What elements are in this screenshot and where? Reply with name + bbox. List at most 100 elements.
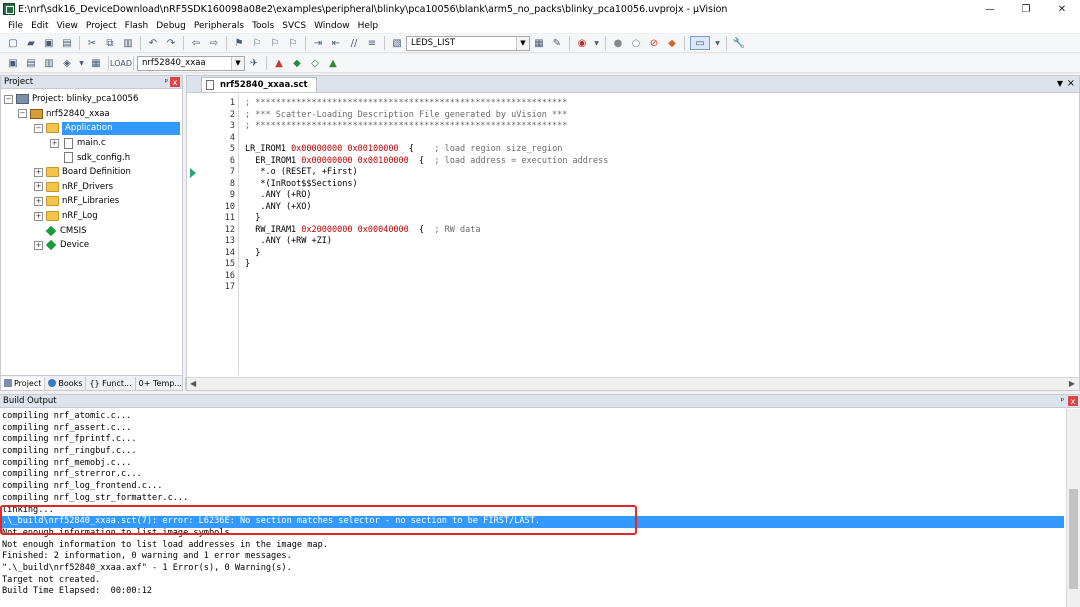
maximize-button[interactable]: ❐ (1008, 0, 1044, 18)
stop-build-icon[interactable]: ▦ (89, 56, 103, 70)
expand-icon[interactable]: + (34, 211, 43, 221)
breakpoint-icon[interactable]: ● (611, 36, 625, 50)
menu-svcs[interactable]: SVCS (278, 21, 310, 31)
incremental-find-icon[interactable]: ✎ (550, 36, 564, 50)
save-icon[interactable]: ▣ (42, 36, 56, 50)
expand-icon[interactable]: + (34, 182, 43, 192)
code-line[interactable]: ; *** Scatter-Loading Description File g… (245, 110, 608, 122)
scroll-right-icon[interactable]: ▶ (1069, 379, 1075, 388)
batch-build-icon[interactable]: ◈ (60, 56, 74, 70)
next-bookmark-icon[interactable]: ⚐ (268, 36, 282, 50)
code-line[interactable]: ; **************************************… (245, 121, 608, 133)
copy-icon[interactable]: ⧉ (103, 36, 117, 50)
code-line[interactable] (245, 271, 608, 283)
build-output-line[interactable]: compiling nrf_memobj.c... (2, 458, 1064, 470)
build-error-line[interactable]: .\_build\nrf52840_xxaa.sct(7): error: L6… (0, 516, 1064, 528)
tree-item-board-definition[interactable]: + Board Definition (1, 165, 182, 180)
debug-session-icon[interactable]: ◉ (575, 36, 589, 50)
build-output-line[interactable]: compiling nrf_assert.c... (2, 423, 1064, 435)
code-line[interactable]: } (245, 259, 608, 271)
collapse-icon[interactable]: − (34, 123, 43, 133)
find-icon[interactable]: ▦ (532, 36, 546, 50)
expand-icon[interactable]: + (34, 167, 43, 177)
code-line[interactable] (245, 282, 608, 294)
menu-project[interactable]: Project (82, 21, 121, 31)
disable-breakpoint-icon[interactable]: ○ (629, 36, 643, 50)
find-in-files-icon[interactable]: ▧ (390, 36, 404, 50)
rebuild-icon[interactable]: ▥ (42, 56, 56, 70)
tab-list-dropdown-icon[interactable]: ▼ (1057, 79, 1063, 88)
menu-help[interactable]: Help (354, 21, 383, 31)
collapse-icon[interactable]: − (18, 109, 27, 119)
manage-run-time-icon[interactable]: ◆ (290, 56, 304, 70)
menu-debug[interactable]: Debug (152, 21, 190, 31)
build-output-line[interactable]: Not enough information to list load addr… (2, 540, 1064, 552)
horizontal-scrollbar[interactable]: ◀ ▶ (187, 377, 1079, 390)
menu-edit[interactable]: Edit (27, 21, 52, 31)
build-output-line[interactable]: linking... (2, 505, 1064, 517)
tree-item-main-c[interactable]: + main.c (1, 136, 182, 151)
tree-item-application[interactable]: − Application (1, 121, 182, 136)
translate-icon[interactable]: ▣ (6, 56, 20, 70)
build-icon[interactable]: ▤ (24, 56, 38, 70)
code-line[interactable]: } (245, 248, 608, 260)
tab-functions[interactable]: {} Funct... (86, 376, 136, 390)
comment-icon[interactable]: // (347, 36, 361, 50)
pack-installer-icon[interactable]: ◇ (308, 56, 322, 70)
expand-icon[interactable]: + (34, 196, 43, 206)
chevron-down-icon[interactable]: ▼ (231, 56, 244, 70)
close-tab-icon[interactable]: × (1067, 78, 1075, 89)
download-load-icon[interactable]: LOAD (110, 56, 132, 70)
collapse-icon[interactable]: − (4, 94, 13, 104)
undo-icon[interactable]: ↶ (146, 36, 160, 50)
file-extensions-icon[interactable]: ▲ (272, 56, 286, 70)
chevron-down-icon[interactable]: ▼ (516, 36, 529, 50)
menu-window[interactable]: Window (310, 21, 354, 31)
menu-tools[interactable]: Tools (248, 21, 278, 31)
select-software-packs-icon[interactable]: ▲ (326, 56, 340, 70)
tree-item-project[interactable]: − Project: blinky_pca10056 (1, 92, 182, 107)
build-output-line[interactable]: compiling nrf_strerror.c... (2, 469, 1064, 481)
target-options-icon[interactable]: ✈ (247, 56, 261, 70)
navigate-forward-icon[interactable]: ⇨ (207, 36, 221, 50)
close-button[interactable]: ✕ (1044, 0, 1080, 18)
menu-flash[interactable]: Flash (121, 21, 153, 31)
build-output-line[interactable]: Target not created. (2, 575, 1064, 587)
build-output-line[interactable]: compiling nrf_fprintf.c... (2, 434, 1064, 446)
code-line[interactable]: } (245, 213, 608, 225)
disable-all-breakpoints-icon[interactable]: ◆ (665, 36, 679, 50)
tree-item-nrf-log[interactable]: + nRF_Log (1, 209, 182, 224)
build-output-line[interactable]: Finished: 2 information, 0 warning and 1… (2, 551, 1064, 563)
editor-tab-sct[interactable]: nrf52840_xxaa.sct (201, 77, 317, 92)
target-combo[interactable]: nrf52840_xxaa ▼ (137, 55, 245, 71)
clear-bookmarks-icon[interactable]: ⚐ (286, 36, 300, 50)
vertical-scrollbar[interactable] (1066, 409, 1080, 607)
build-output-text[interactable]: compiling nrf_atomic.c... compiling nrf_a… (0, 411, 1064, 598)
tab-templates[interactable]: 0+ Temp... (136, 376, 186, 390)
bookmark-icon[interactable]: ⚑ (232, 36, 246, 50)
build-output-line[interactable]: compiling nrf_ringbuf.c... (2, 446, 1064, 458)
paste-icon[interactable]: ▥ (121, 36, 135, 50)
save-all-icon[interactable]: ▤ (60, 36, 74, 50)
find-combo[interactable]: LEDS_LIST ▼ (406, 35, 530, 51)
unindent-icon[interactable]: ⇤ (329, 36, 343, 50)
tab-project[interactable]: Project (1, 376, 46, 390)
build-output-line[interactable]: Not enough information to list image sym… (2, 528, 1064, 540)
redo-icon[interactable]: ↷ (164, 36, 178, 50)
build-output-line[interactable]: compiling nrf_atomic.c... (2, 411, 1064, 423)
code-line[interactable]: LR_IROM1 0x00000000 0x00100000 { ; load … (245, 144, 608, 156)
code-editor[interactable]: 1 2 3 4 5 6 7 8 9 10 11 12 13 14 15 16 17 ; ************… (187, 94, 1079, 375)
close-icon[interactable]: x (170, 77, 180, 87)
chevron-down-icon[interactable]: ▼ (714, 36, 721, 50)
navigate-back-icon[interactable]: ⇦ (189, 36, 203, 50)
window-layout-icon[interactable]: ▭ (690, 36, 710, 50)
pin-icon[interactable]: ᵖ (1061, 396, 1064, 405)
chevron-down-icon[interactable]: ▼ (593, 36, 600, 50)
tree-item-sdk-config[interactable]: sdk_config.h (1, 150, 182, 165)
code-line[interactable]: *(InRoot$$Sections) (245, 179, 608, 191)
pin-icon[interactable]: ᵖ (165, 77, 168, 86)
indent-icon[interactable]: ⇥ (311, 36, 325, 50)
build-output-line[interactable]: ".\_build\nrf52840_xxaa.axf" - 1 Error(s… (2, 563, 1064, 575)
tree-item-nrf-libraries[interactable]: + nRF_Libraries (1, 194, 182, 209)
code-line[interactable]: RW_IRAM1 0x20000000 0x00040000 { ; RW da… (245, 225, 608, 237)
